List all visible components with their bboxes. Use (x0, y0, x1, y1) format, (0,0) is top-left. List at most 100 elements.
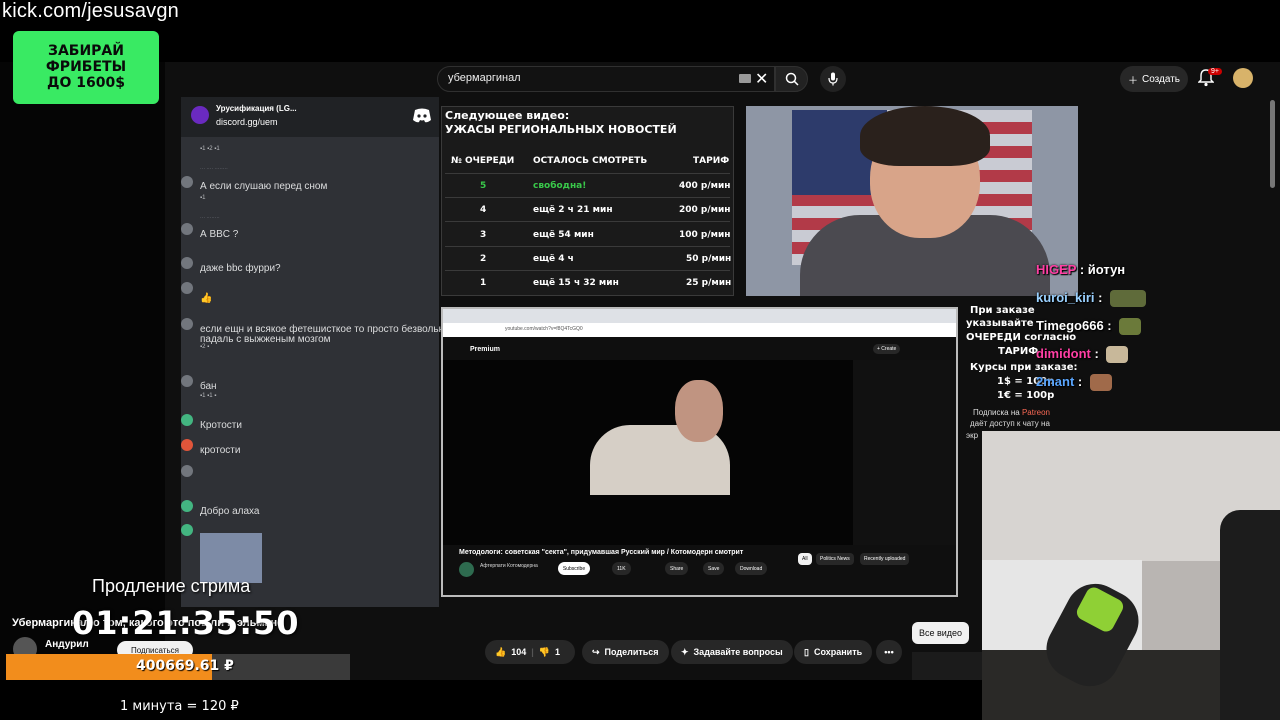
avatar (181, 223, 193, 235)
account-avatar[interactable] (1233, 68, 1253, 88)
patreon-note: Подписка на Patreon (973, 408, 1050, 417)
video-person-head (675, 380, 723, 442)
queue-cell: ещё 54 мин (533, 230, 594, 240)
chip-recent[interactable]: Recently uploaded (860, 553, 910, 565)
avatar (181, 375, 193, 387)
recommendation-thumbnail[interactable] (912, 652, 982, 680)
bookmark-icon: ▯ (804, 646, 809, 657)
queue-cell: 5 (480, 181, 487, 191)
chip-all[interactable]: All (798, 553, 812, 565)
share-label: Поделиться (604, 647, 659, 657)
chat-user: 2mant (1036, 374, 1075, 389)
avatar (181, 318, 193, 330)
avatar (181, 500, 193, 512)
mic-icon (828, 72, 838, 86)
patreon-link[interactable]: Patreon (1022, 408, 1050, 417)
info-line: Курсы при заказе: (970, 362, 1078, 373)
share-button[interactable]: ↪ Поделиться (582, 640, 669, 664)
embedded-like-button[interactable]: 11K (612, 562, 631, 575)
more-actions-button[interactable]: ••• (876, 640, 902, 664)
patreon-note-line2: даёт доступ к чату на (970, 419, 1050, 428)
queue-cell: свободна! (533, 181, 587, 191)
info-line: При заказе (970, 305, 1035, 316)
discord-message: даже bbc фурри? (200, 263, 281, 274)
search-button[interactable] (775, 66, 808, 92)
embedded-share-button[interactable]: Share (665, 562, 689, 575)
emote-icon (1110, 290, 1147, 308)
share-icon: ↪ (592, 646, 600, 657)
embedded-download-button[interactable]: Download (735, 562, 768, 575)
queue-cell: 2 (480, 254, 487, 264)
search-input[interactable]: убермаргинал (437, 66, 775, 92)
embedded-subscribe-button[interactable]: Subscribe (558, 562, 590, 575)
top-bar-background (0, 0, 1280, 62)
person-hair (860, 106, 990, 166)
embedded-video-title: Методологи: советская "секта", придумавш… (459, 549, 744, 556)
queue-cell: 3 (480, 230, 487, 240)
avatar (181, 414, 193, 426)
ask-button[interactable]: ✦ Задавайте вопросы (671, 640, 793, 664)
queue-cell: 4 (480, 205, 487, 215)
create-button[interactable]: ＋ Создать (1120, 66, 1188, 92)
keyboard-icon[interactable] (739, 74, 751, 83)
chat-text: йотун (1087, 262, 1126, 277)
embedded-side-panel (853, 360, 956, 545)
goal-amount: 400669.61 ₽ (136, 658, 234, 674)
plus-icon: ＋ (1127, 75, 1138, 87)
like-icon[interactable]: 👍 (495, 647, 506, 658)
browser-tab-bar (443, 309, 956, 323)
discord-logo-icon (412, 108, 432, 124)
emote-icon (1089, 374, 1112, 392)
embedded-channel-avatar[interactable] (459, 562, 474, 577)
message-reactions: ▪1 (200, 195, 206, 201)
info-line: указывайте (966, 318, 1034, 329)
yt-premium-logo[interactable]: Premium (470, 346, 500, 353)
dislike-icon[interactable]: 👎 (539, 647, 550, 658)
save-button[interactable]: ▯ Сохранить (794, 640, 873, 664)
voice-search-button[interactable] (820, 66, 846, 92)
promo-line: ДО 1600$ (47, 75, 125, 91)
dislike-count[interactable]: 1 (555, 647, 560, 657)
stream-screen: kick.com/jesusavgn ЗАБИРАЙ ФРИБЕТЫ ДО 16… (0, 0, 1280, 720)
queue-cell: 100 р/мин (679, 230, 731, 240)
gaming-chair (1220, 510, 1280, 720)
discord-message: А если слушаю перед сном (200, 181, 328, 192)
discord-message: бан (200, 381, 217, 392)
avatar (181, 176, 193, 188)
chat-message: HIGEP : йотун (1036, 262, 1126, 277)
embedded-create-button[interactable]: + Create (873, 344, 901, 354)
chat-user: kuroi_kiri (1036, 290, 1095, 305)
extension-timer: 01:21:35:50 (72, 604, 300, 642)
discord-message: кротости (200, 445, 241, 456)
queue-cell: 1 (480, 278, 487, 288)
promo-banner[interactable]: ЗАБИРАЙ ФРИБЕТЫ ДО 1600$ (13, 31, 159, 104)
all-videos-chip[interactable]: Все видео (912, 622, 969, 644)
queue-header: № ОЧЕРЕДИ (451, 156, 515, 166)
discord-message: 👍 (200, 293, 213, 304)
chat-message: kuroi_kiri : (1036, 290, 1147, 308)
avatar (181, 439, 193, 451)
queue-cell: 400 р/мин (679, 181, 731, 191)
emote-icon (1106, 346, 1129, 364)
clear-search-icon[interactable]: ✕ (755, 69, 768, 89)
chat-user: dimidont (1036, 346, 1091, 361)
embedded-channel-name[interactable]: Афтерпати Котомодерна (480, 563, 538, 569)
queue-cell: 25 р/мин (686, 278, 732, 288)
chat-message: 2mant : (1036, 374, 1112, 392)
chat-user: Timego666 (1036, 318, 1104, 333)
queue-header: ОСТАЛОСЬ СМОТРЕТЬ (533, 156, 648, 166)
chat-user: HIGEP (1036, 262, 1077, 277)
page-scrollbar[interactable] (1270, 100, 1275, 188)
patreon-note-cut: экр (966, 431, 979, 440)
ask-label: Задавайте вопросы (693, 647, 783, 657)
promo-line: ЗАБИРАЙ (48, 43, 124, 59)
discord-chat-panel (181, 97, 439, 607)
sparkle-icon: ✦ (681, 646, 689, 657)
embedded-save-button[interactable]: Save (703, 562, 725, 575)
like-count[interactable]: 104 (511, 647, 526, 657)
next-video-label: Следующее видео: (445, 109, 570, 122)
queue-cell: 50 р/мин (686, 254, 732, 264)
avatar (181, 257, 193, 269)
message-reactions: ▪1 ▪2 ▪1 (200, 146, 220, 152)
chip-politics[interactable]: Politics News (816, 553, 854, 565)
